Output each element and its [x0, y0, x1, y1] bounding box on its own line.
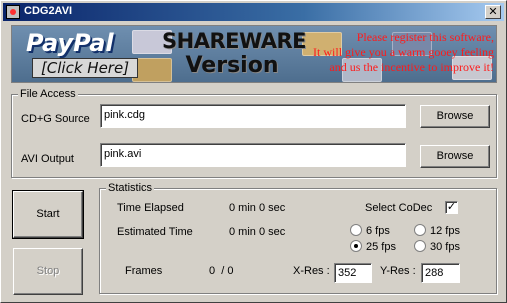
- version-line: Version: [185, 53, 279, 78]
- statistics-legend: Statistics: [106, 181, 155, 195]
- shareware-version-text: SHAREWARE Version: [162, 28, 306, 82]
- yres-label: Y-Res :: [380, 265, 416, 277]
- browse-avi-button[interactable]: Browse: [420, 145, 490, 168]
- fps-label-12: 12 fps: [430, 225, 460, 237]
- fps-radio-30[interactable]: [414, 240, 426, 252]
- fps-label-6: 6 fps: [366, 225, 390, 237]
- cdg-source-label: CD+G Source: [21, 113, 90, 125]
- frames-value: 0 / 0: [209, 265, 234, 277]
- paypal-button[interactable]: PayPal [Click Here]: [26, 30, 138, 78]
- avi-output-label: AVI Output: [21, 153, 74, 165]
- file-access-legend: File Access: [18, 87, 78, 101]
- stop-label: Stop: [36, 265, 60, 277]
- close-icon: ✕: [488, 6, 498, 18]
- register-line-1: Please register this software,: [356, 30, 494, 44]
- fps-radio-12[interactable]: [414, 224, 426, 236]
- xres-label: X-Res :: [293, 265, 330, 277]
- fps-label-30: 30 fps: [430, 241, 460, 253]
- app-icon: [6, 5, 20, 19]
- select-codec-checkbox[interactable]: ✓: [445, 201, 458, 214]
- frames-label: Frames: [125, 265, 163, 277]
- fps-radio-6[interactable]: [350, 224, 362, 236]
- paypal-logo: PayPal: [26, 29, 114, 57]
- check-icon: ✓: [446, 201, 457, 213]
- close-button[interactable]: ✕: [485, 5, 501, 19]
- browse-cdg-label: Browse: [436, 110, 474, 122]
- shareware-line: SHAREWARE: [162, 29, 306, 53]
- stop-button[interactable]: Stop: [13, 248, 83, 295]
- fps-label-25: 25 fps: [366, 241, 396, 253]
- yres-input[interactable]: 288: [421, 263, 460, 283]
- cdg-source-input[interactable]: pink.cdg: [100, 104, 406, 128]
- register-line-3: and us the incentive to improve it!: [329, 60, 494, 74]
- browse-cdg-button[interactable]: Browse: [420, 105, 490, 128]
- window-title: CDG2AVI: [24, 5, 73, 17]
- time-elapsed-label: Time Elapsed: [117, 202, 184, 214]
- time-elapsed-value: 0 min 0 sec: [229, 202, 286, 214]
- register-line-2: It will give you a warm gooey feeling: [313, 45, 494, 59]
- browse-avi-label: Browse: [436, 150, 474, 162]
- fps-radio-25[interactable]: [350, 240, 362, 252]
- main-window: CDG2AVI ✕ PayPal [Click Here] SHAREWARE …: [0, 0, 507, 303]
- start-button[interactable]: Start: [12, 190, 84, 239]
- statistics-group: Statistics Time Elapsed 0 min 0 sec Esti…: [99, 181, 497, 294]
- paypal-click-here[interactable]: [Click Here]: [32, 58, 138, 78]
- xres-input[interactable]: 352: [334, 263, 372, 283]
- select-codec-label: Select CoDec: [365, 202, 433, 214]
- file-access-group: File Access CD+G Source pink.cdg Browse …: [11, 87, 497, 178]
- estimated-time-value: 0 min 0 sec: [229, 226, 286, 238]
- title-bar[interactable]: CDG2AVI ✕: [3, 3, 504, 21]
- start-label: Start: [36, 208, 60, 220]
- shareware-banner[interactable]: PayPal [Click Here] SHAREWARE Version Pl…: [11, 25, 497, 83]
- register-message: Please register this software, It will g…: [304, 30, 494, 75]
- avi-output-input[interactable]: pink.avi: [100, 143, 406, 167]
- estimated-time-label: Estimated Time: [117, 226, 193, 238]
